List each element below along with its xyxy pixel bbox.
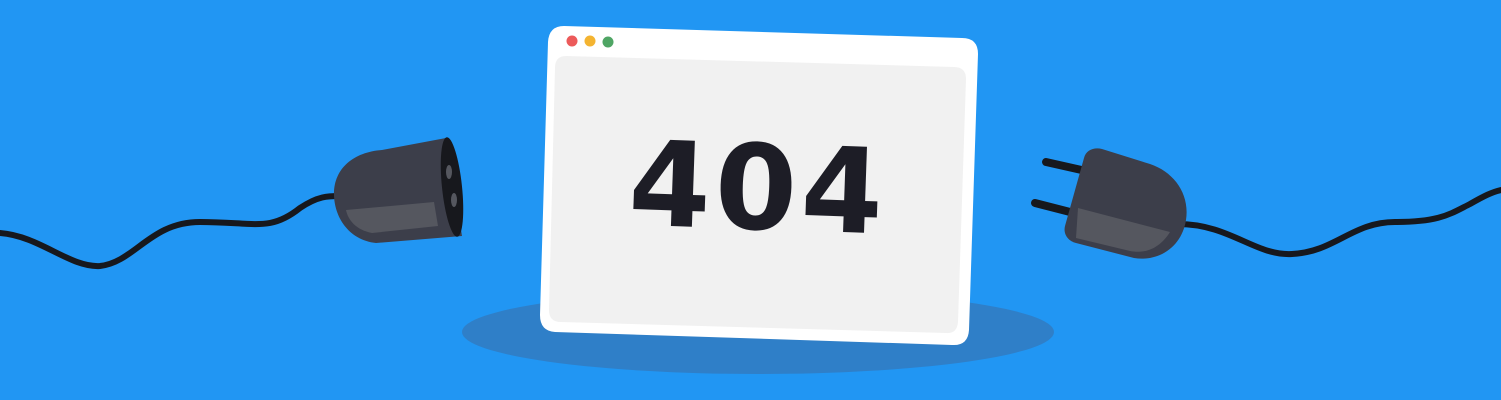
- error-404-illustration: 404: [0, 0, 1501, 400]
- close-dot-icon: [566, 35, 578, 47]
- minimize-dot-icon: [584, 35, 596, 47]
- plug-prong-bottom: [1031, 199, 1078, 217]
- left-cable: [0, 193, 343, 270]
- plug-prong-top: [1042, 158, 1090, 175]
- socket-hole-bottom: [451, 193, 457, 207]
- socket-plug-icon: [334, 137, 464, 243]
- maximize-dot-icon: [602, 36, 614, 48]
- right-cable: [1175, 187, 1501, 258]
- socket-hole-top: [446, 165, 452, 179]
- electric-plug-icon: [1031, 148, 1187, 259]
- error-code-text: 404: [626, 114, 890, 262]
